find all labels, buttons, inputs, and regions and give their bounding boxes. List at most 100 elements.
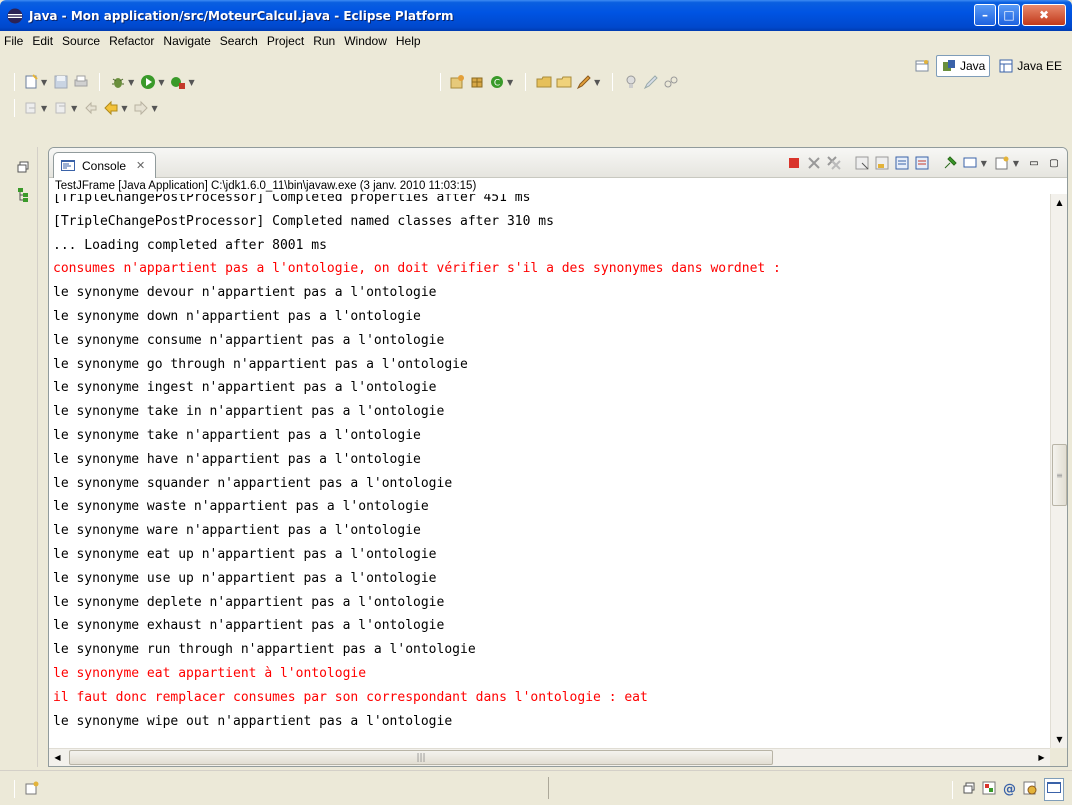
console-line: le synonyme run through n'appartient pas…	[53, 642, 476, 658]
console-line: le synonyme go through n'appartient pas …	[53, 356, 468, 372]
display-console-dropdown-icon[interactable]: ▼	[981, 159, 987, 168]
console-line: le synonyme use up n'appartient pas a l'…	[53, 570, 437, 586]
debug-dropdown-icon[interactable]: ▼	[128, 78, 134, 87]
menu-window[interactable]: Window	[342, 34, 394, 48]
open-type-icon[interactable]	[536, 74, 552, 90]
minimize-view-icon[interactable]: ▭	[1025, 154, 1043, 172]
new-java-project-icon[interactable]	[449, 74, 465, 90]
display-console-icon[interactable]	[961, 154, 979, 172]
debug-icon[interactable]	[110, 74, 126, 90]
close-tab-icon[interactable]: ✕	[136, 159, 145, 172]
new-dropdown-icon[interactable]: ▼	[41, 78, 47, 87]
scroll-right-icon[interactable]: ▶	[1033, 749, 1050, 766]
menu-help[interactable]: Help	[394, 34, 428, 48]
menu-navigate[interactable]: Navigate	[161, 34, 217, 48]
console-status-icon[interactable]	[1044, 778, 1064, 801]
console-line: le synonyme eat up n'appartient pas a l'…	[53, 546, 437, 562]
next-annotation-dropdown-icon[interactable]: ▼	[41, 104, 47, 113]
next-annotation-icon[interactable]	[23, 100, 39, 116]
java-perspective-icon	[942, 60, 955, 71]
process-description: TestJFrame [Java Application] C:\jdk1.6.…	[49, 178, 1067, 194]
perspective-java-ee[interactable]: Java EE	[994, 56, 1066, 76]
restore-icon[interactable]	[15, 159, 31, 175]
show-on-error-icon[interactable]	[913, 154, 931, 172]
hierarchy-icon[interactable]	[15, 187, 31, 203]
left-trim-bar	[8, 147, 38, 767]
close-button[interactable]: ✖	[1022, 4, 1066, 26]
new-package-icon[interactable]	[469, 74, 485, 90]
restore-trim-icon[interactable]	[963, 782, 975, 797]
pin-console-icon[interactable]	[941, 154, 959, 172]
prev-annotation-icon[interactable]	[53, 100, 69, 116]
console-line: le synonyme waste n'appartient pas a l'o…	[53, 499, 429, 515]
print-icon[interactable]	[73, 74, 89, 90]
show-on-output-icon[interactable]	[893, 154, 911, 172]
console-view: Console ✕ ▼ ▼ ▭ ▢ TestJFrame [Java Appli…	[48, 147, 1068, 767]
eclipse-icon	[7, 8, 23, 23]
console-line: le synonyme exhaust n'appartient pas a l…	[53, 618, 445, 634]
javadoc-icon[interactable]: @	[1003, 782, 1016, 797]
save-icon[interactable]	[53, 74, 69, 90]
search-dropdown-icon[interactable]: ▼	[594, 78, 600, 87]
open-console-dropdown-icon[interactable]: ▼	[1013, 159, 1019, 168]
search-pencil-icon[interactable]	[576, 74, 592, 90]
forward-dropdown-icon[interactable]: ▼	[151, 104, 157, 113]
console-line: le synonyme have n'appartient pas a l'on…	[53, 451, 421, 467]
last-edit-icon[interactable]	[83, 100, 99, 116]
scroll-up-icon[interactable]: ▲	[1051, 194, 1067, 211]
menu-file[interactable]: File	[2, 34, 30, 48]
back-dropdown-icon[interactable]: ▼	[121, 104, 127, 113]
prev-annotation-dropdown-icon[interactable]: ▼	[71, 104, 77, 113]
menu-refactor[interactable]: Refactor	[107, 34, 161, 48]
problems-icon[interactable]	[981, 780, 997, 799]
maximize-button[interactable]: □	[998, 4, 1020, 26]
vertical-scroll-thumb[interactable]: ≡	[1052, 444, 1067, 506]
link-icon[interactable]	[663, 74, 679, 90]
menu-search[interactable]: Search	[218, 34, 265, 48]
terminate-icon[interactable]	[785, 154, 803, 172]
clear-console-icon[interactable]	[853, 154, 871, 172]
scroll-left-icon[interactable]: ◀	[49, 749, 66, 766]
declaration-icon[interactable]	[1022, 780, 1038, 799]
new-class-icon[interactable]: C	[489, 74, 505, 90]
open-task-icon[interactable]	[556, 74, 572, 90]
edit-pen-icon[interactable]	[643, 74, 659, 90]
minimize-button[interactable]: –	[974, 4, 996, 26]
console-icon	[61, 159, 75, 171]
console-line: le synonyme take in n'appartient pas a l…	[53, 404, 445, 420]
remove-launch-icon[interactable]	[805, 154, 823, 172]
open-perspective-icon[interactable]	[914, 58, 930, 74]
status-bar: @	[0, 770, 1072, 805]
external-tools-dropdown-icon[interactable]: ▼	[188, 78, 194, 87]
run-dropdown-icon[interactable]: ▼	[158, 78, 164, 87]
menu-run[interactable]: Run	[311, 34, 342, 48]
perspective-java[interactable]: Java	[935, 55, 991, 77]
annotation-icon[interactable]	[623, 74, 639, 90]
horizontal-scrollbar[interactable]: ◀ ||| ▶	[49, 748, 1050, 766]
horizontal-scroll-thumb[interactable]: |||	[69, 750, 773, 765]
maximize-view-icon[interactable]: ▢	[1045, 154, 1063, 172]
menu-edit[interactable]: Edit	[30, 34, 60, 48]
console-line: le synonyme down n'appartient pas a l'on…	[53, 308, 421, 324]
menu-source[interactable]: Source	[60, 34, 107, 48]
console-line: consumes n'appartient pas a l'ontologie,…	[53, 261, 781, 277]
perspective-java-ee-label: Java EE	[1017, 59, 1062, 73]
remove-all-icon[interactable]	[825, 154, 843, 172]
console-line: le synonyme devour n'appartient pas a l'…	[53, 285, 437, 301]
scroll-lock-icon[interactable]	[873, 154, 891, 172]
scroll-down-icon[interactable]: ▼	[1051, 731, 1067, 748]
console-line: le synonyme take n'appartient pas a l'on…	[53, 427, 421, 443]
console-output[interactable]: [TripleChangePostProcessor] Completed pr…	[49, 194, 1050, 748]
forward-icon[interactable]	[133, 100, 149, 116]
new-icon[interactable]	[23, 74, 39, 90]
vertical-scrollbar[interactable]: ▲ ≡ ▼	[1050, 194, 1067, 748]
back-icon[interactable]	[103, 100, 119, 116]
menu-project[interactable]: Project	[265, 34, 311, 48]
external-tools-icon[interactable]	[170, 74, 186, 90]
new-class-dropdown-icon[interactable]: ▼	[507, 78, 513, 87]
tab-console[interactable]: Console ✕	[53, 152, 157, 178]
open-console-icon[interactable]	[993, 154, 1011, 172]
run-icon[interactable]	[140, 74, 156, 90]
fast-view-icon[interactable]	[25, 781, 39, 798]
menu-bar: File Edit Source Refactor Navigate Searc…	[0, 31, 1072, 51]
